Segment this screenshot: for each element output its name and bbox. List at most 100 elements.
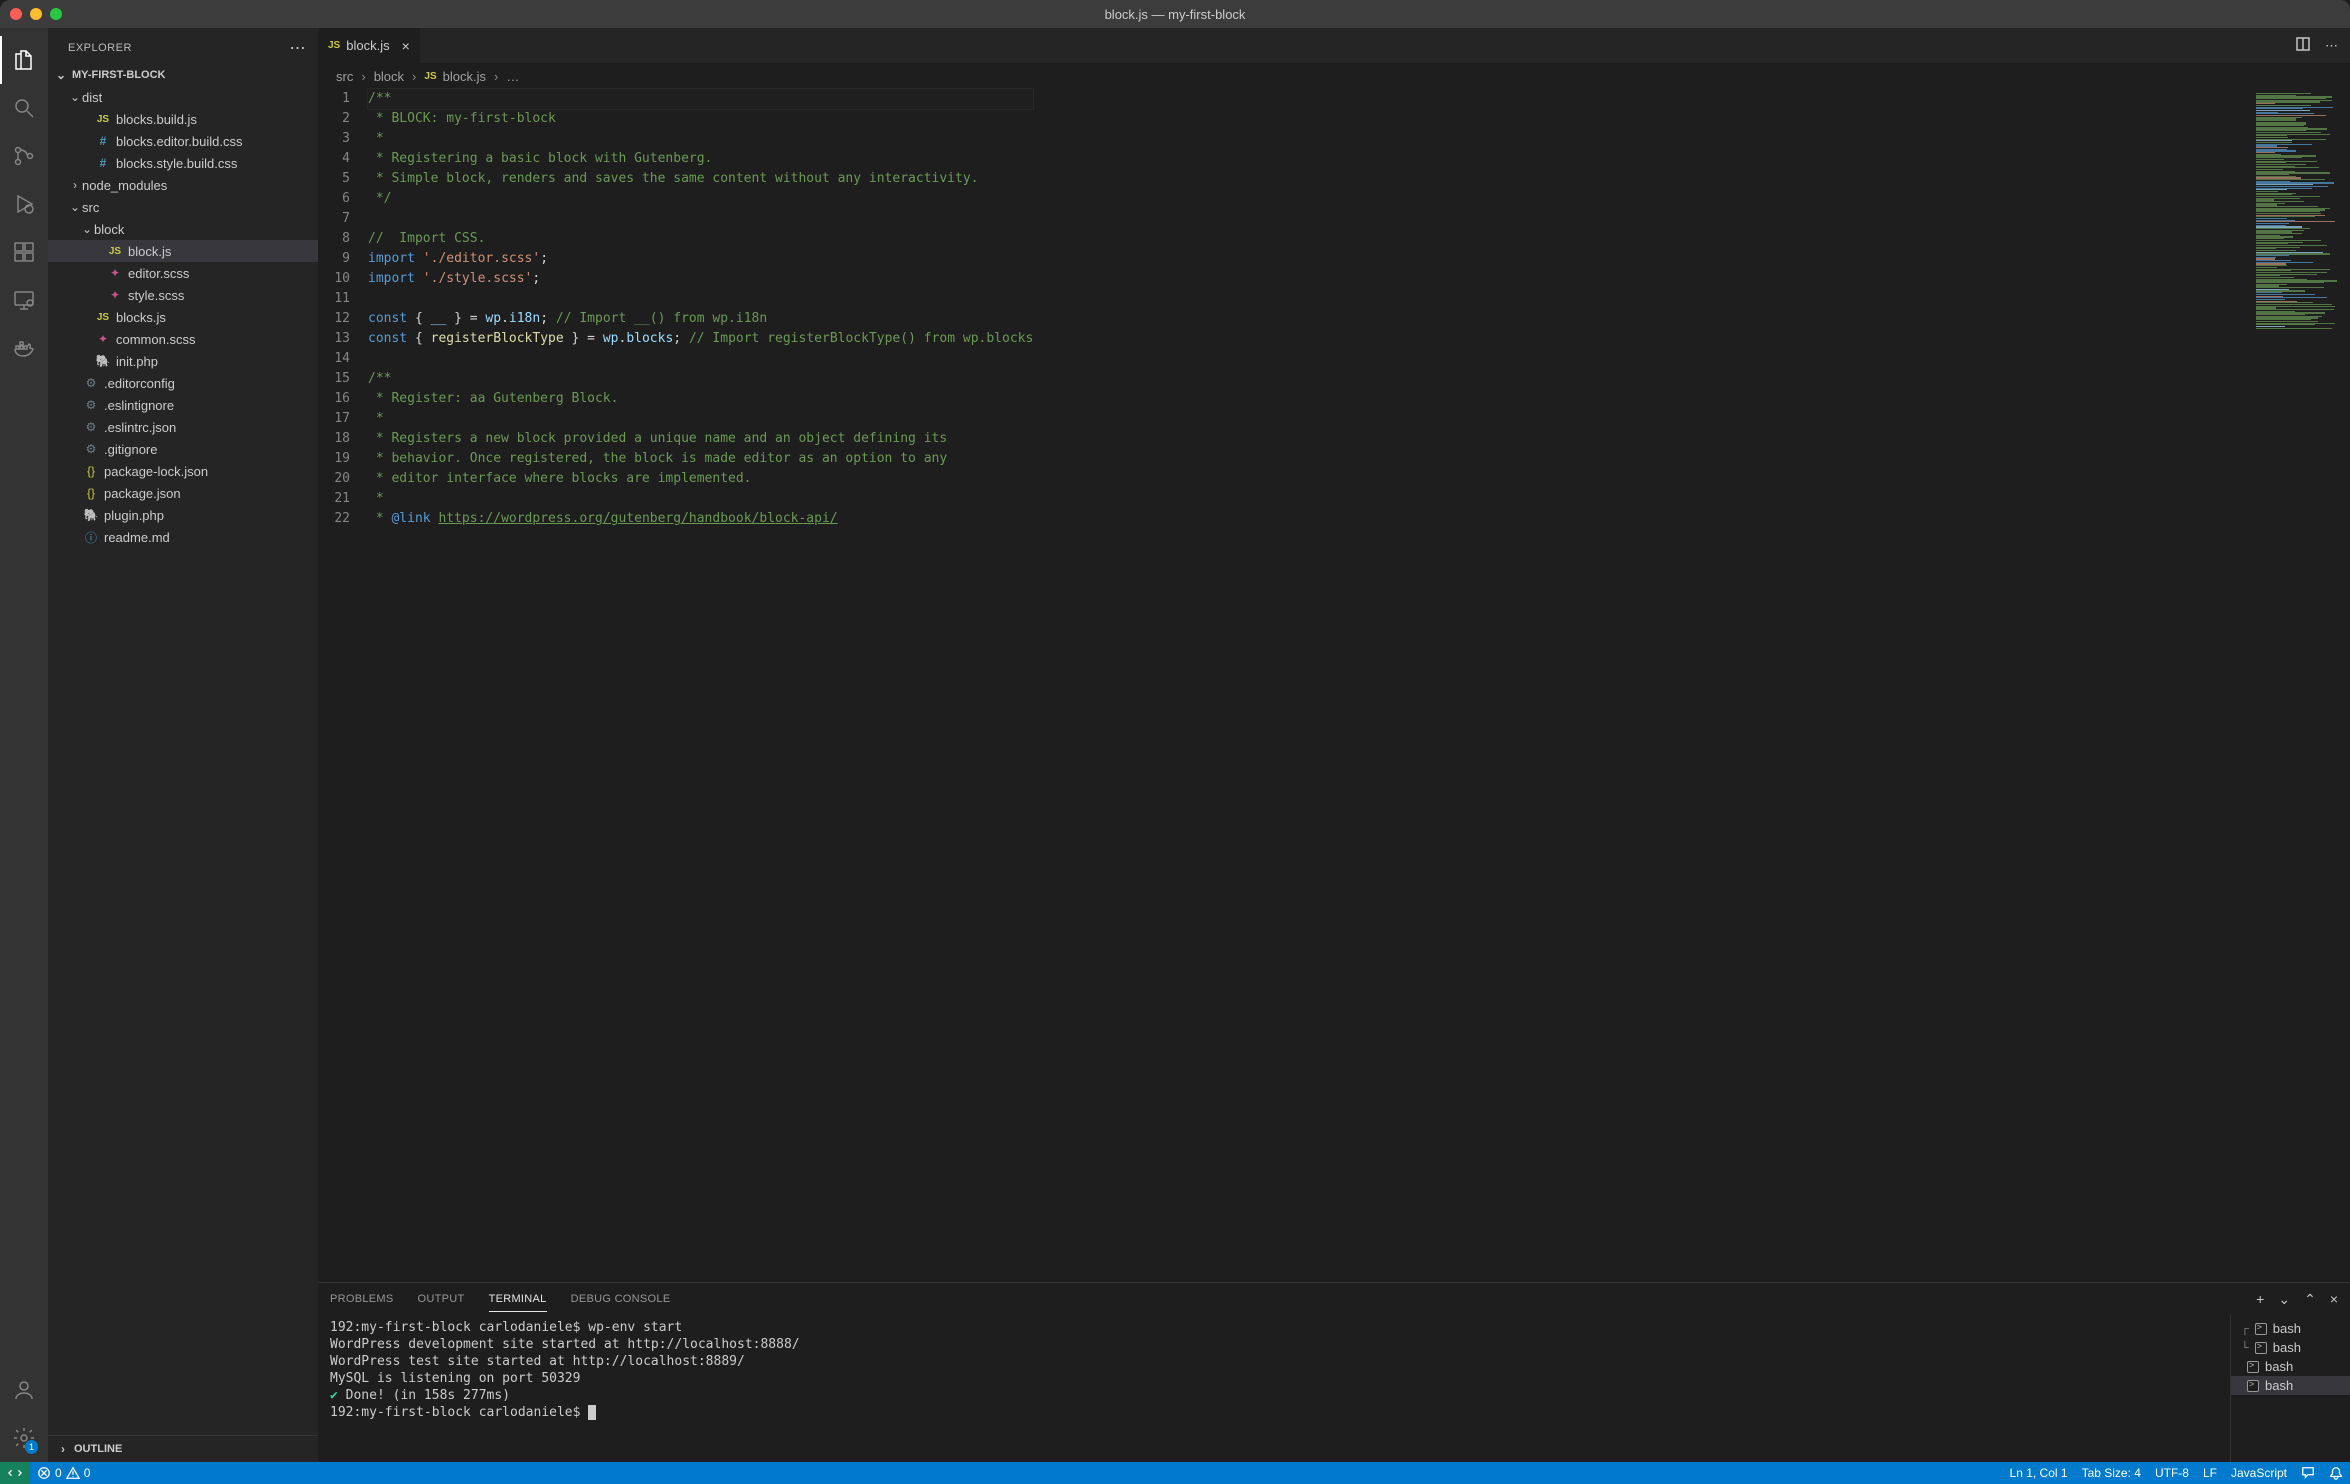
- folder-label: src: [82, 200, 99, 215]
- file-item[interactable]: #blocks.editor.build.css: [48, 130, 318, 152]
- file-item[interactable]: JS block.js: [48, 240, 318, 262]
- breadcrumb-item[interactable]: …: [506, 69, 519, 84]
- maximize-panel-icon[interactable]: ⌃: [2304, 1291, 2316, 1308]
- file-label: editor.scss: [128, 266, 189, 281]
- search-icon[interactable]: [0, 84, 48, 132]
- file-type-icon: 🐘: [82, 508, 100, 522]
- more-actions-icon[interactable]: ⋯: [2325, 38, 2338, 54]
- breadcrumb-item[interactable]: block.js: [443, 69, 486, 84]
- folder-label: dist: [82, 90, 102, 105]
- file-type-icon: JS: [94, 114, 112, 125]
- line-numbers: 12345678910111213141516171819202122: [318, 89, 368, 1282]
- file-item[interactable]: ⚙.eslintignore: [48, 394, 318, 416]
- terminal-session[interactable]: bash: [2231, 1376, 2350, 1395]
- terminal-sessions: ┌bash└bashbashbash: [2230, 1315, 2350, 1462]
- shell-icon: [2255, 1342, 2267, 1354]
- file-label: .eslintrc.json: [104, 420, 176, 435]
- docker-icon[interactable]: [0, 324, 48, 372]
- file-type-icon: ⚙: [82, 420, 100, 434]
- accounts-icon[interactable]: [0, 1366, 48, 1414]
- terminal-output[interactable]: 192:my-first-block carlodaniele$ wp-env …: [318, 1315, 2230, 1462]
- remote-indicator[interactable]: [0, 1462, 30, 1484]
- tab-label: block.js: [346, 38, 389, 53]
- cursor-position[interactable]: Ln 1, Col 1: [2003, 1466, 2075, 1480]
- problems-status[interactable]: 0 0: [30, 1462, 97, 1484]
- folder-item[interactable]: ⌄dist: [48, 86, 318, 108]
- breadcrumb-item[interactable]: block: [374, 69, 404, 84]
- panel-tab-debug[interactable]: DEBUG CONSOLE: [571, 1287, 671, 1311]
- feedback-icon[interactable]: [2294, 1466, 2322, 1480]
- notifications-icon[interactable]: [2322, 1466, 2350, 1480]
- close-window[interactable]: [10, 8, 22, 20]
- panel-tab-terminal[interactable]: TERMINAL: [489, 1287, 547, 1312]
- sidebar-more-icon[interactable]: ⋯: [290, 38, 307, 58]
- file-label: readme.md: [104, 530, 170, 545]
- file-item[interactable]: 🐘init.php: [48, 350, 318, 372]
- file-item[interactable]: 🐘 plugin.php: [48, 504, 318, 526]
- explorer-icon[interactable]: [0, 36, 48, 84]
- manage-icon[interactable]: 1: [0, 1414, 48, 1462]
- indent-status[interactable]: Tab Size: 4: [2075, 1466, 2148, 1480]
- terminal-session[interactable]: └bash: [2231, 1338, 2350, 1357]
- file-type-icon: ✦: [94, 332, 112, 346]
- file-item[interactable]: {}package-lock.json: [48, 460, 318, 482]
- folder-item[interactable]: ⌄block: [48, 218, 318, 240]
- terminal-session[interactable]: ┌bash: [2231, 1319, 2350, 1338]
- breadcrumb-item[interactable]: src: [336, 69, 353, 84]
- minimap[interactable]: [2252, 89, 2350, 1282]
- outline-section[interactable]: › OUTLINE: [48, 1435, 318, 1462]
- extensions-icon[interactable]: [0, 228, 48, 276]
- file-type-icon: ✦: [106, 266, 124, 280]
- file-item[interactable]: JSblocks.build.js: [48, 108, 318, 130]
- file-item[interactable]: ⓘreadme.md: [48, 526, 318, 548]
- file-label: .editorconfig: [104, 376, 175, 391]
- new-terminal-icon[interactable]: +: [2256, 1291, 2264, 1308]
- activity-bar: 1: [0, 28, 48, 1462]
- folder-root[interactable]: ⌄ MY-FIRST-BLOCK: [48, 64, 318, 86]
- tab-block-js[interactable]: JS block.js ×: [318, 28, 421, 63]
- folder-label: block: [94, 222, 124, 237]
- file-type-icon: ⚙: [82, 398, 100, 412]
- file-item[interactable]: ⚙ .eslintrc.json: [48, 416, 318, 438]
- file-item[interactable]: ✦common.scss: [48, 328, 318, 350]
- file-item[interactable]: #blocks.style.build.css: [48, 152, 318, 174]
- close-panel-icon[interactable]: ×: [2330, 1291, 2338, 1308]
- file-item[interactable]: JSblocks.js: [48, 306, 318, 328]
- code-content[interactable]: /** * BLOCK: my-first-block * * Register…: [368, 89, 1033, 1282]
- file-item[interactable]: ⚙.gitignore: [48, 438, 318, 460]
- file-type-icon: JS: [106, 246, 124, 257]
- code-editor[interactable]: 12345678910111213141516171819202122 /** …: [318, 89, 2350, 1282]
- source-control-icon[interactable]: [0, 132, 48, 180]
- file-item[interactable]: ⚙.editorconfig: [48, 372, 318, 394]
- split-terminal-chevron-icon[interactable]: ⌄: [2278, 1291, 2290, 1308]
- minimize-window[interactable]: [30, 8, 42, 20]
- folder-item[interactable]: ⌄src: [48, 196, 318, 218]
- file-item[interactable]: {} package.json: [48, 482, 318, 504]
- shell-icon: [2247, 1361, 2259, 1373]
- split-editor-icon[interactable]: [2295, 36, 2311, 55]
- file-label: package.json: [104, 486, 181, 501]
- folder-item[interactable]: ›node_modules: [48, 174, 318, 196]
- file-label: plugin.php: [104, 508, 164, 523]
- session-label: bash: [2265, 1378, 2293, 1393]
- breadcrumbs[interactable]: src › block › JS block.js › …: [318, 63, 2350, 89]
- file-label: blocks.js: [116, 310, 166, 325]
- tab-close-icon[interactable]: ×: [402, 38, 410, 54]
- sidebar-title: EXPLORER: [68, 42, 132, 54]
- js-file-icon: JS: [328, 40, 340, 51]
- run-debug-icon[interactable]: [0, 180, 48, 228]
- file-type-icon: ✦: [106, 288, 124, 302]
- file-type-icon: {}: [82, 486, 100, 500]
- panel-tab-problems[interactable]: PROBLEMS: [330, 1287, 394, 1311]
- file-item[interactable]: ✦style.scss: [48, 284, 318, 306]
- terminal-session[interactable]: bash: [2231, 1357, 2350, 1376]
- encoding-status[interactable]: UTF-8: [2148, 1466, 2196, 1480]
- panel-tab-output[interactable]: OUTPUT: [418, 1287, 465, 1311]
- session-label: bash: [2273, 1321, 2301, 1336]
- file-item[interactable]: ✦ editor.scss: [48, 262, 318, 284]
- eol-status[interactable]: LF: [2196, 1466, 2224, 1480]
- language-mode[interactable]: JavaScript: [2224, 1466, 2294, 1480]
- maximize-window[interactable]: [50, 8, 62, 20]
- file-label: block.js: [128, 244, 171, 259]
- remote-explorer-icon[interactable]: [0, 276, 48, 324]
